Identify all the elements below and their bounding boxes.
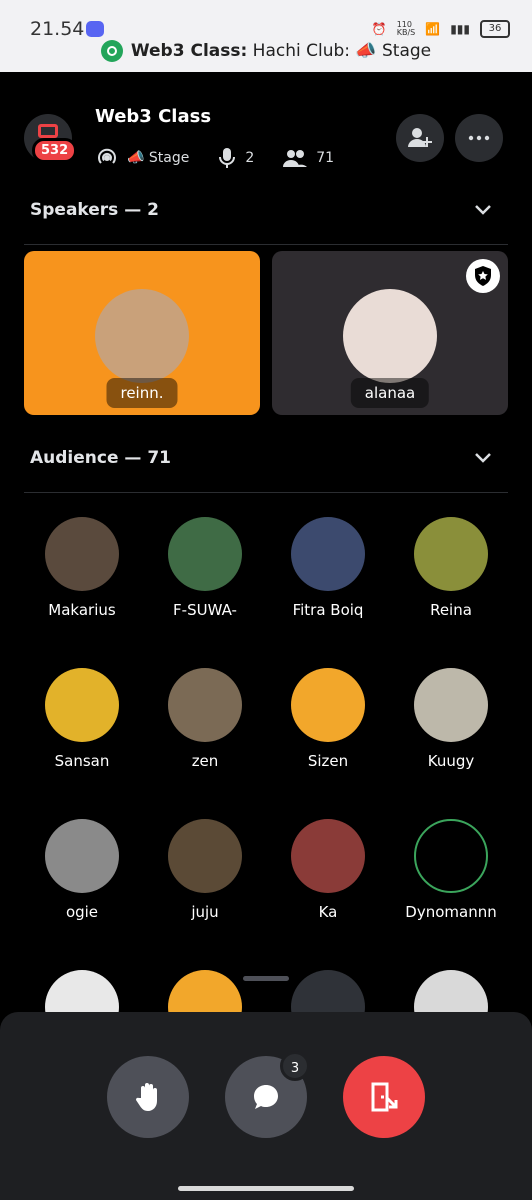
status-icons: ⏰ 110 KB/S 📶 ▮▮▮ 36 <box>372 20 510 38</box>
more-options-button[interactable] <box>455 114 503 162</box>
discord-notification-icon <box>86 21 104 37</box>
member-name: Fitra Boiq <box>292 601 364 619</box>
avatar <box>414 819 488 893</box>
stage-banner[interactable]: Web3 Class: Hachi Club: 📣 Stage <box>0 40 532 62</box>
speaker-name: reinn. <box>106 378 178 408</box>
signal-icon: ▮▮▮ <box>450 22 470 36</box>
member-name: F-SUWA- <box>173 601 237 619</box>
sheet-grabber[interactable] <box>243 976 289 981</box>
listeners-count: 71 <box>316 150 335 166</box>
speaker-tile[interactable]: reinn. <box>24 251 260 415</box>
tv-icon <box>38 124 58 138</box>
audience-member[interactable]: Sizen <box>268 668 388 770</box>
wifi-icon: 📶 <box>425 22 441 36</box>
net-speed: 110 KB/S <box>396 20 416 37</box>
stage-label: 📣 Stage <box>127 150 190 166</box>
chevron-down-icon[interactable] <box>472 199 494 221</box>
leave-icon <box>371 1082 398 1112</box>
alarm-icon: ⏰ <box>371 22 387 36</box>
moderator-badge-icon <box>466 259 500 293</box>
member-name: juju <box>191 903 219 921</box>
audience-member[interactable]: juju <box>145 819 265 921</box>
audience-member[interactable]: zen <box>145 668 265 770</box>
home-indicator[interactable] <box>178 1186 354 1191</box>
audience-header: Audience — 71 <box>30 448 171 468</box>
speakers-header: Speakers — 2 <box>30 200 159 220</box>
audience-member[interactable]: ogie <box>22 819 142 921</box>
stage-icon <box>98 148 116 164</box>
banner-channel: Hachi Club: 📣 Stage <box>247 41 432 61</box>
divider <box>24 244 508 245</box>
member-name: Makarius <box>48 601 116 619</box>
clock: 21.54 <box>30 18 85 40</box>
avatar <box>291 517 365 591</box>
audience-member[interactable]: Reina <box>391 517 511 619</box>
leave-stage-button[interactable] <box>343 1056 425 1138</box>
divider <box>24 492 508 493</box>
avatar <box>414 517 488 591</box>
avatar <box>45 668 119 742</box>
invite-button[interactable] <box>396 114 444 162</box>
chevron-down-icon[interactable] <box>472 447 494 469</box>
avatar <box>95 289 189 383</box>
speakers-count: 2 <box>245 150 255 166</box>
audience-member[interactable]: Sansan <box>22 668 142 770</box>
add-user-icon <box>408 128 432 147</box>
avatar <box>45 819 119 893</box>
member-name: ogie <box>65 903 99 921</box>
stage-live-icon <box>100 40 123 62</box>
banner-server: Web3 Class: <box>130 41 248 61</box>
people-icon <box>283 150 308 167</box>
member-name: Sizen <box>307 752 349 770</box>
avatar <box>291 819 365 893</box>
avatar <box>168 517 242 591</box>
speaker-tile[interactable]: alanaa <box>272 251 508 415</box>
audience-member[interactable]: Ka <box>268 819 388 921</box>
avatar <box>45 517 119 591</box>
status-bar: 21.54 ⏰ 110 KB/S 📶 ▮▮▮ 36 Web3 Class: Ha… <box>0 0 532 72</box>
channel-title: Web3 Class <box>95 106 212 127</box>
member-name: zen <box>191 752 219 770</box>
hand-icon <box>135 1083 157 1111</box>
stage-meta: 📣 Stage 2 71 <box>95 146 334 170</box>
member-name: Dynomannn <box>405 903 497 921</box>
audience-member[interactable]: Fitra Boiq <box>268 517 388 619</box>
chat-unread-badge: 3 <box>280 1051 310 1081</box>
mention-badge: 532 <box>32 138 78 163</box>
more-dots-icon <box>468 135 490 141</box>
member-name: Kuugy <box>427 752 475 770</box>
member-name: Ka <box>318 903 338 921</box>
avatar <box>291 668 365 742</box>
speaker-name: alanaa <box>350 378 430 408</box>
audience-member[interactable]: Kuugy <box>391 668 511 770</box>
battery-icon: 36 <box>480 20 510 38</box>
audience-member[interactable]: Makarius <box>22 517 142 619</box>
member-name: Sansan <box>54 752 110 770</box>
avatar <box>343 289 437 383</box>
avatar <box>168 819 242 893</box>
audience-member[interactable]: Dynomannn <box>391 819 511 921</box>
avatar <box>414 668 488 742</box>
chat-bubble-icon <box>254 1085 278 1109</box>
microphone-icon <box>219 148 236 168</box>
audience-member[interactable]: F-SUWA- <box>145 517 265 619</box>
raise-hand-button[interactable] <box>107 1056 189 1138</box>
member-name: Reina <box>430 601 472 619</box>
avatar <box>168 668 242 742</box>
